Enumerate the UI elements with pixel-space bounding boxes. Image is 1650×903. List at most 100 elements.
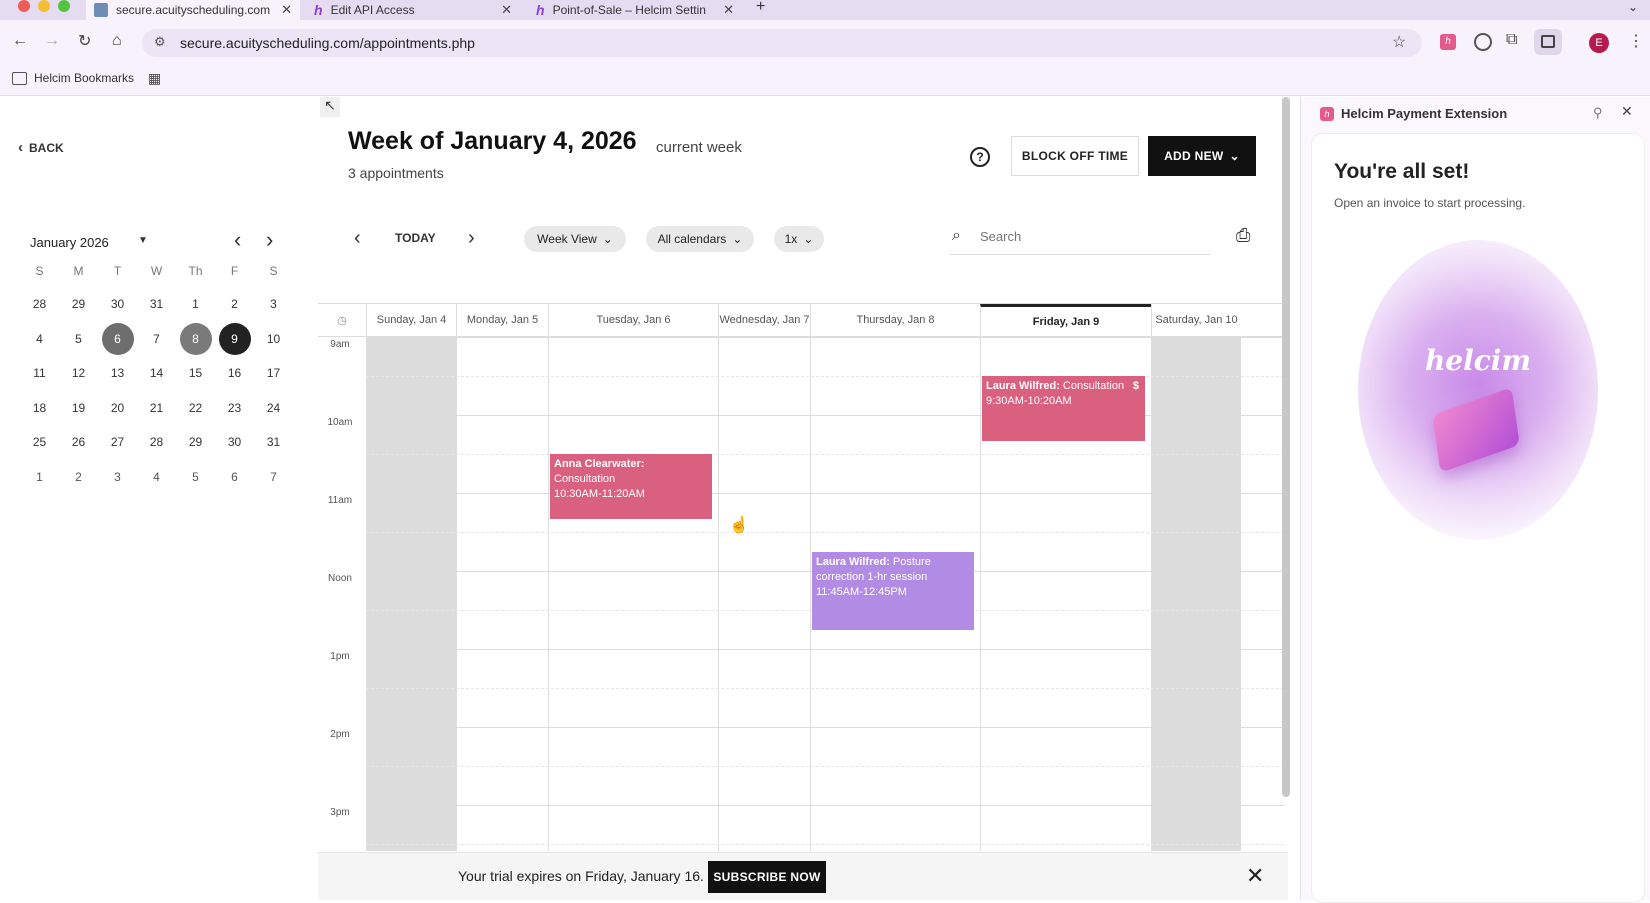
day-header[interactable]: Tuesday, Jan 6: [548, 304, 718, 336]
side-panel-icon[interactable]: [1534, 29, 1562, 55]
day-header[interactable]: Saturday, Jan 10: [1151, 304, 1241, 336]
today-button[interactable]: TODAY: [395, 231, 436, 245]
day-cell[interactable]: 12: [59, 356, 98, 391]
day-cell[interactable]: 19: [59, 391, 98, 426]
view-select[interactable]: Week View ⌄: [524, 226, 626, 252]
appointment-block[interactable]: Anna Clearwater: Consultation 10:30AM-11:…: [550, 454, 712, 519]
profile-avatar[interactable]: E: [1589, 33, 1609, 53]
day-cell[interactable]: 3: [254, 287, 293, 322]
appointment-block[interactable]: Laura Wilfred: Posture correction 1-hr s…: [812, 551, 974, 630]
tab-acuity[interactable]: secure.acuityscheduling.com ✕: [86, 0, 300, 20]
day-cell[interactable]: 5: [176, 460, 215, 495]
day-cell-today[interactable]: 6: [98, 322, 137, 357]
day-cell[interactable]: 30: [98, 287, 137, 322]
day-cell[interactable]: 31: [254, 425, 293, 460]
browser-menu-icon[interactable]: ⋮: [1628, 31, 1644, 51]
close-banner-icon[interactable]: ✕: [1246, 863, 1264, 889]
tab-search-chevron-icon[interactable]: ⌄: [1628, 0, 1638, 14]
day-cell[interactable]: 29: [59, 287, 98, 322]
day-header[interactable]: Friday, Jan 9: [980, 304, 1151, 336]
day-header[interactable]: Thursday, Jan 8: [810, 304, 980, 336]
day-header[interactable]: Monday, Jan 5: [456, 304, 548, 336]
help-icon[interactable]: ?: [970, 147, 990, 167]
close-window-icon[interactable]: [18, 0, 30, 12]
appointment-block[interactable]: Laura Wilfred: Consultation $9:30AM-10:20…: [982, 376, 1145, 441]
day-cell[interactable]: 21: [137, 391, 176, 426]
add-new-button[interactable]: ADD NEW ⌄: [1148, 136, 1256, 176]
home-icon[interactable]: ⌂: [112, 32, 122, 50]
day-cell-selected[interactable]: 9: [215, 322, 254, 357]
main-scrollbar[interactable]: [1282, 97, 1290, 797]
day-header[interactable]: Sunday, Jan 4: [366, 304, 456, 336]
day-cell[interactable]: 6: [215, 460, 254, 495]
next-week-icon[interactable]: ›: [468, 227, 475, 250]
close-tab-icon[interactable]: ✕: [281, 2, 292, 18]
day-cell[interactable]: 10: [254, 322, 293, 357]
day-header[interactable]: Wednesday, Jan 7: [718, 304, 810, 336]
day-cell[interactable]: 16: [215, 356, 254, 391]
day-cell[interactable]: 17: [254, 356, 293, 391]
day-cell[interactable]: 20: [98, 391, 137, 426]
search-input[interactable]: [980, 229, 1200, 244]
minimize-window-icon[interactable]: [38, 0, 50, 12]
back-button[interactable]: ‹ BACK: [18, 139, 64, 156]
print-icon[interactable]: ⎙: [1236, 225, 1250, 246]
day-cell-has-appt[interactable]: 8: [176, 322, 215, 357]
day-cell[interactable]: 25: [20, 425, 59, 460]
subscribe-now-button[interactable]: SUBSCRIBE NOW: [708, 861, 826, 893]
day-cell[interactable]: 13: [98, 356, 137, 391]
maximize-window-icon[interactable]: [58, 0, 70, 12]
tab-point-of-sale[interactable]: h Point-of-Sale – Helcim Settin ✕: [528, 0, 742, 20]
reload-icon[interactable]: ↻: [78, 31, 91, 51]
day-cell[interactable]: 5: [59, 322, 98, 357]
prev-week-icon[interactable]: ‹: [354, 227, 361, 250]
day-cell[interactable]: 14: [137, 356, 176, 391]
close-panel-icon[interactable]: ✕: [1621, 103, 1633, 120]
day-cell[interactable]: 26: [59, 425, 98, 460]
day-cell[interactable]: 1: [176, 287, 215, 322]
day-cell[interactable]: 3: [98, 460, 137, 495]
day-cell[interactable]: 30: [215, 425, 254, 460]
day-cell[interactable]: 2: [59, 460, 98, 495]
day-cell[interactable]: 7: [137, 322, 176, 357]
day-cell[interactable]: 29: [176, 425, 215, 460]
day-cell[interactable]: 1: [20, 460, 59, 495]
day-cell[interactable]: 2: [215, 287, 254, 322]
calendars-select[interactable]: All calendars ⌄: [646, 226, 754, 252]
next-month-icon[interactable]: ›: [266, 227, 273, 253]
bookmark-star-icon[interactable]: ☆: [1392, 32, 1406, 52]
day-cell[interactable]: 23: [215, 391, 254, 426]
day-cell[interactable]: 15: [176, 356, 215, 391]
tab-edit-api-access[interactable]: h Edit API Access ✕: [306, 0, 520, 20]
day-cell[interactable]: 27: [98, 425, 137, 460]
close-tab-icon[interactable]: ✕: [723, 2, 734, 18]
apps-grid-icon[interactable]: ▦: [148, 70, 161, 87]
unpin-icon[interactable]: ⚲: [1593, 105, 1603, 121]
day-cell[interactable]: 7: [254, 460, 293, 495]
day-cell[interactable]: 11: [20, 356, 59, 391]
month-dropdown-icon[interactable]: ▼: [138, 235, 148, 246]
prev-month-icon[interactable]: ‹: [234, 227, 241, 253]
address-bar[interactable]: ⚙ secure.acuityscheduling.com/appointmen…: [142, 29, 1422, 57]
day-cell[interactable]: 31: [137, 287, 176, 322]
back-arrow-icon[interactable]: ←: [12, 32, 28, 50]
day-cell[interactable]: 18: [20, 391, 59, 426]
close-tab-icon[interactable]: ✕: [501, 2, 512, 18]
helcim-extension-icon[interactable]: h: [1440, 34, 1456, 50]
day-cell[interactable]: 28: [20, 287, 59, 322]
block-off-time-button[interactable]: BLOCK OFF TIME: [1011, 136, 1139, 176]
privacy-extension-icon[interactable]: [1474, 33, 1492, 51]
extensions-puzzle-icon[interactable]: ⧉: [1506, 31, 1517, 49]
day-cell[interactable]: 4: [137, 460, 176, 495]
search-box[interactable]: ⌕: [950, 223, 1210, 255]
forward-arrow-icon[interactable]: →: [44, 32, 60, 50]
day-cell[interactable]: 24: [254, 391, 293, 426]
day-cell[interactable]: 28: [137, 425, 176, 460]
day-cell[interactable]: 4: [20, 322, 59, 357]
new-tab-icon[interactable]: +: [756, 0, 765, 16]
collapse-corner-icon[interactable]: ↖: [320, 97, 340, 117]
bookmark-helcim[interactable]: Helcim Bookmarks: [34, 71, 134, 85]
site-settings-icon[interactable]: ⚙: [154, 34, 166, 50]
day-cell[interactable]: 22: [176, 391, 215, 426]
zoom-select[interactable]: 1x ⌄: [774, 226, 824, 252]
